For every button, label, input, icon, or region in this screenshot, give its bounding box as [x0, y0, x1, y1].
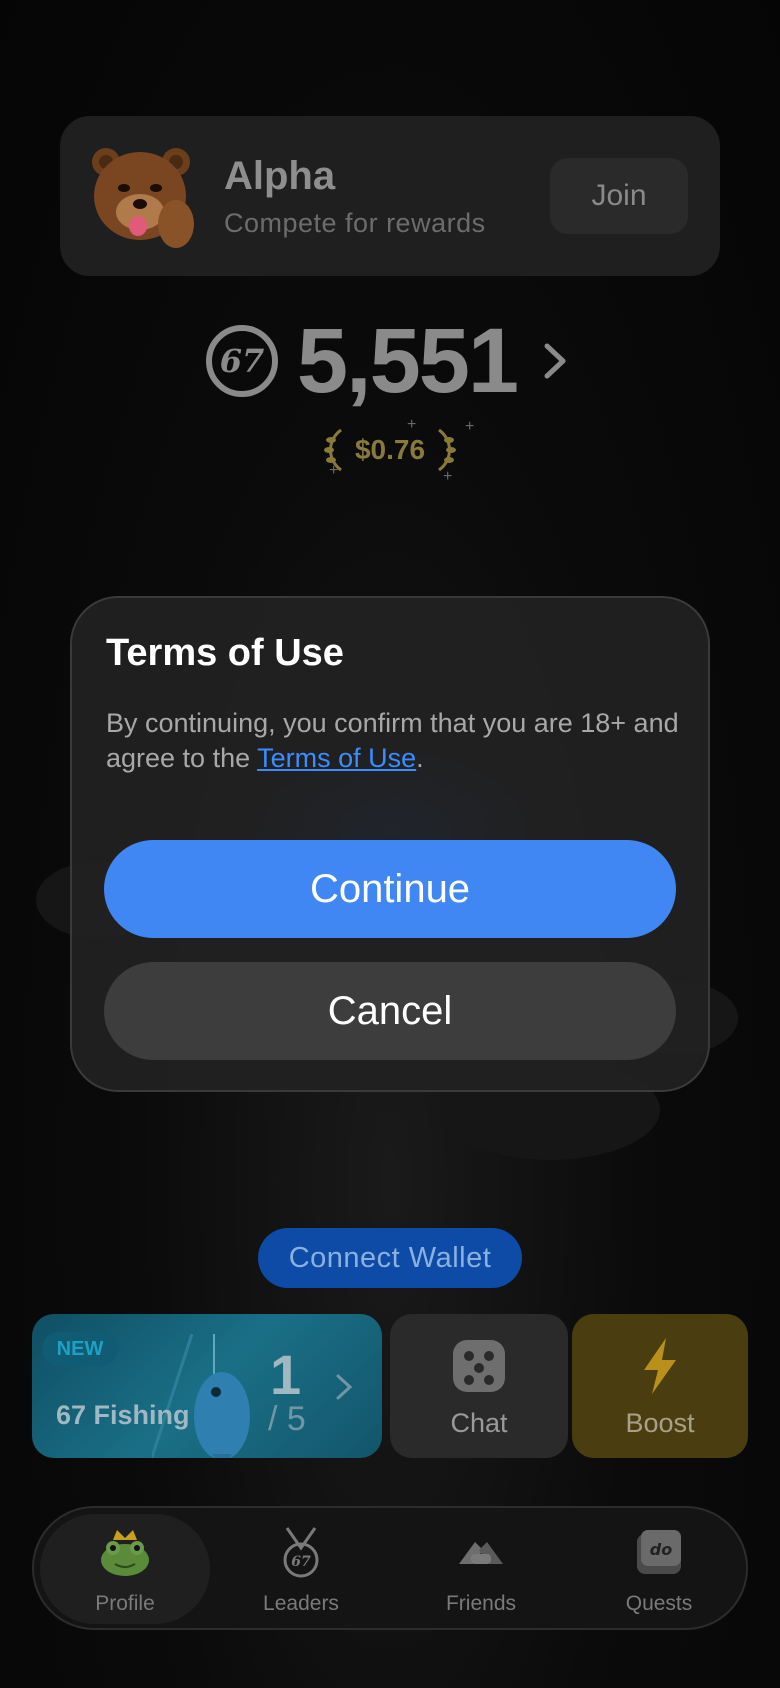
nav-label: Friends	[445, 1592, 517, 1615]
chevron-right-icon	[544, 343, 566, 379]
sparkle-icon: +	[442, 468, 453, 485]
balance-row[interactable]: 67 5,551	[0, 306, 780, 416]
join-button[interactable]: Join	[550, 158, 688, 234]
bear-avatar-icon	[92, 148, 194, 248]
usd-value: $0.76	[354, 434, 426, 465]
modal-text: By continuing, you confirm that you are …	[106, 706, 686, 776]
do-key-icon: do	[637, 1530, 681, 1574]
nav-label: Quests	[625, 1592, 693, 1615]
nav-label: Leaders	[263, 1592, 339, 1615]
fishing-count: 1	[270, 1343, 302, 1406]
new-badge: NEW	[42, 1332, 118, 1366]
cancel-button[interactable]: Cancel	[104, 962, 676, 1060]
handshake-icon	[459, 1542, 503, 1564]
chat-label: Chat	[450, 1408, 508, 1438]
bottom-nav: Profile 67 Leaders Friends do Quests	[32, 1506, 748, 1630]
nav-item-quests[interactable]: do Quests	[574, 1514, 744, 1624]
nav-label: Profile	[95, 1592, 155, 1615]
sparkle-icon: +	[464, 418, 475, 435]
fishing-total: / 5	[268, 1400, 306, 1438]
alpha-card: Alpha Compete for rewards Join	[60, 116, 720, 276]
terms-modal: Terms of Use By continuing, you confirm …	[70, 596, 710, 1092]
chat-tile[interactable]: Chat	[390, 1314, 568, 1458]
fishing-tile[interactable]: NEW 67 Fishing 1 / 5	[32, 1314, 382, 1458]
fishing-title: 67 Fishing	[56, 1400, 190, 1430]
alpha-subtitle: Compete for rewards	[224, 208, 486, 238]
medal-icon: 67	[283, 1527, 319, 1578]
chevron-right-icon	[336, 1374, 353, 1400]
nav-item-leaders[interactable]: 67 Leaders	[216, 1514, 386, 1624]
lightning-icon	[644, 1338, 676, 1394]
nav-item-friends[interactable]: Friends	[396, 1514, 566, 1624]
67-coin-icon: 67	[205, 325, 278, 397]
dice-icon	[453, 1340, 505, 1392]
boost-tile[interactable]: Boost	[572, 1314, 748, 1458]
terms-link[interactable]: Terms of Use	[257, 743, 416, 773]
fish-icon	[152, 1334, 250, 1458]
balance-amount: 5,551	[296, 309, 519, 412]
svg-text:67: 67	[220, 342, 265, 380]
modal-title: Terms of Use	[106, 632, 344, 674]
sparkle-icon: +	[406, 416, 417, 433]
nav-item-profile[interactable]: Profile	[40, 1514, 210, 1624]
boost-label: Boost	[625, 1408, 695, 1438]
alpha-title: Alpha	[224, 154, 336, 198]
app-background: Alpha Compete for rewards Join 67 5,551 …	[0, 0, 780, 1688]
laurel-right-icon	[438, 428, 457, 472]
continue-button[interactable]: Continue	[104, 840, 676, 938]
usd-value-row: + + + + $0.76	[0, 416, 780, 485]
frog-crown-icon	[101, 1530, 149, 1576]
sparkle-icon: +	[328, 462, 339, 479]
connect-wallet-button[interactable]: Connect Wallet	[258, 1228, 522, 1288]
modal-text-after: .	[416, 743, 424, 773]
svg-text:67: 67	[291, 1554, 311, 1570]
svg-text:do: do	[650, 1540, 672, 1559]
